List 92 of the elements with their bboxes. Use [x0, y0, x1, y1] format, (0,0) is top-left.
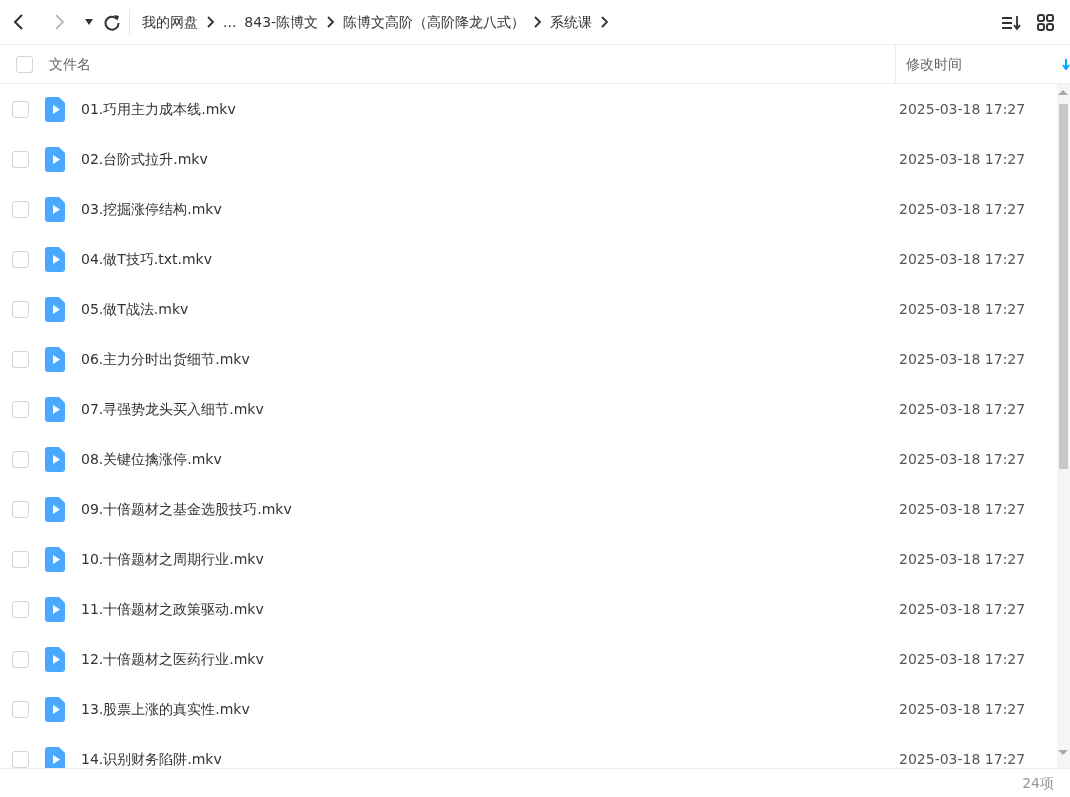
item-count: 24项: [1022, 773, 1054, 793]
file-row[interactable]: 04.做T技巧.txt.mkv 2025-03-18 17:27: [0, 234, 1057, 284]
column-header[interactable]: 文件名: [49, 53, 91, 75]
back-icon[interactable]: [12, 13, 25, 31]
modified-time: 2025-03-18 17:27: [899, 549, 1027, 569]
file-row[interactable]: 07.寻强势龙头买入细节.mkv 2025-03-18 17:27: [0, 384, 1057, 434]
caret-down-icon[interactable]: [84, 18, 94, 26]
scrollbar[interactable]: [1057, 84, 1070, 768]
scroll-up-icon[interactable]: [1057, 87, 1069, 97]
video-file-icon: [45, 596, 65, 622]
file-row[interactable]: 14.识别财务陷阱.mkv 2025-03-18 17:27: [0, 734, 1057, 768]
breadcrumb-link[interactable]: 陈博文高阶（高阶降龙八式）: [343, 11, 526, 33]
video-file-icon: [45, 496, 65, 522]
file-name: 05.做T战法.mkv: [81, 299, 189, 319]
file-row[interactable]: 12.十倍题材之医药行业.mkv 2025-03-18 17:27: [0, 634, 1057, 684]
modified-time: 2025-03-18 17:27: [899, 599, 1027, 619]
file-row[interactable]: 08.关键位擒涨停.mkv 2025-03-18 17:27: [0, 434, 1057, 484]
video-file-icon: [45, 696, 65, 722]
file-name: 03.挖掘涨停结构.mkv: [81, 199, 222, 219]
modified-time: 2025-03-18 17:27: [899, 99, 1027, 119]
row-checkbox[interactable]: [12, 100, 29, 118]
scroll-down-icon[interactable]: [1057, 748, 1069, 758]
file-row[interactable]: 03.挖掘涨停结构.mkv 2025-03-18 17:27: [0, 184, 1057, 234]
column-header[interactable]: 修改时间: [906, 53, 962, 75]
video-file-icon: [45, 146, 65, 172]
row-checkbox[interactable]: [12, 750, 29, 768]
file-name: 04.做T技巧.txt.mkv: [81, 249, 212, 269]
row-checkbox[interactable]: [12, 650, 29, 668]
modified-time: 2025-03-18 17:27: [899, 649, 1027, 669]
modified-time: 2025-03-18 17:27: [899, 249, 1027, 269]
row-checkbox[interactable]: [12, 200, 29, 218]
file-name: 06.主力分时出货细节.mkv: [81, 349, 250, 369]
refresh-icon[interactable]: [104, 13, 121, 31]
video-file-icon: [45, 646, 65, 672]
select-all-checkbox[interactable]: [16, 55, 33, 73]
file-row[interactable]: 06.主力分时出货细节.mkv 2025-03-18 17:27: [0, 334, 1057, 384]
video-file-icon: [45, 746, 65, 768]
modified-time: 2025-03-18 17:27: [899, 349, 1027, 369]
video-file-icon: [45, 396, 65, 422]
modified-time: 2025-03-18 17:27: [899, 399, 1027, 419]
file-name: 13.股票上涨的真实性.mkv: [81, 699, 250, 719]
row-checkbox[interactable]: [12, 550, 29, 568]
row-checkbox[interactable]: [12, 450, 29, 468]
breadcrumb-link[interactable]: 系统课: [550, 11, 593, 33]
modified-time: 2025-03-18 17:27: [899, 499, 1027, 519]
sort-arrow-icon: [1062, 58, 1070, 70]
file-name: 07.寻强势龙头买入细节.mkv: [81, 399, 264, 419]
file-row[interactable]: 02.台阶式拉升.mkv 2025-03-18 17:27: [0, 134, 1057, 184]
breadcrumb-link[interactable]: 843-陈博文: [244, 11, 319, 33]
video-file-icon: [45, 346, 65, 372]
modified-time: 2025-03-18 17:27: [899, 299, 1027, 319]
file-name: 09.十倍题材之基金选股技巧.mkv: [81, 499, 292, 519]
breadcrumb-link[interactable]: ...: [223, 11, 237, 33]
chevron-right-icon: [326, 16, 336, 28]
file-name: 01.巧用主力成本线.mkv: [81, 99, 236, 119]
file-name: 12.十倍题材之医药行业.mkv: [81, 649, 264, 669]
chevron-right-icon: [600, 16, 610, 28]
breadcrumb-link[interactable]: 我的网盘: [142, 11, 198, 33]
file-name: 08.关键位擒涨停.mkv: [81, 449, 222, 469]
video-file-icon: [45, 96, 65, 122]
video-file-icon: [45, 246, 65, 272]
file-name: 14.识别财务陷阱.mkv: [81, 749, 222, 768]
modified-time: 2025-03-18 17:27: [899, 149, 1027, 169]
grid-view-icon[interactable]: [1037, 13, 1054, 31]
row-checkbox[interactable]: [12, 350, 29, 368]
modified-time: 2025-03-18 17:27: [899, 199, 1027, 219]
video-file-icon: [45, 196, 65, 222]
file-name: 10.十倍题材之周期行业.mkv: [81, 549, 264, 569]
file-row[interactable]: 13.股票上涨的真实性.mkv 2025-03-18 17:27: [0, 684, 1057, 734]
file-row[interactable]: 11.十倍题材之政策驱动.mkv 2025-03-18 17:27: [0, 584, 1057, 634]
row-checkbox[interactable]: [12, 300, 29, 318]
video-file-icon: [45, 296, 65, 322]
row-checkbox[interactable]: [12, 500, 29, 518]
file-row[interactable]: 10.十倍题材之周期行业.mkv 2025-03-18 17:27: [0, 534, 1057, 584]
row-checkbox[interactable]: [12, 700, 29, 718]
file-row[interactable]: 01.巧用主力成本线.mkv 2025-03-18 17:27: [0, 84, 1057, 134]
row-checkbox[interactable]: [12, 150, 29, 168]
file-row[interactable]: 09.十倍题材之基金选股技巧.mkv 2025-03-18 17:27: [0, 484, 1057, 534]
video-file-icon: [45, 446, 65, 472]
sort-icon[interactable]: [1001, 13, 1021, 31]
file-name: 02.台阶式拉升.mkv: [81, 149, 208, 169]
modified-time: 2025-03-18 17:27: [899, 699, 1027, 719]
chevron-right-icon: [533, 16, 543, 28]
row-checkbox[interactable]: [12, 600, 29, 618]
modified-time: 2025-03-18 17:27: [899, 749, 1027, 768]
chevron-right-icon: [206, 16, 215, 28]
row-checkbox[interactable]: [12, 400, 29, 418]
modified-time: 2025-03-18 17:27: [899, 449, 1027, 469]
file-row[interactable]: 05.做T战法.mkv 2025-03-18 17:27: [0, 284, 1057, 334]
row-checkbox[interactable]: [12, 250, 29, 268]
video-file-icon: [45, 546, 65, 572]
file-name: 11.十倍题材之政策驱动.mkv: [81, 599, 264, 619]
